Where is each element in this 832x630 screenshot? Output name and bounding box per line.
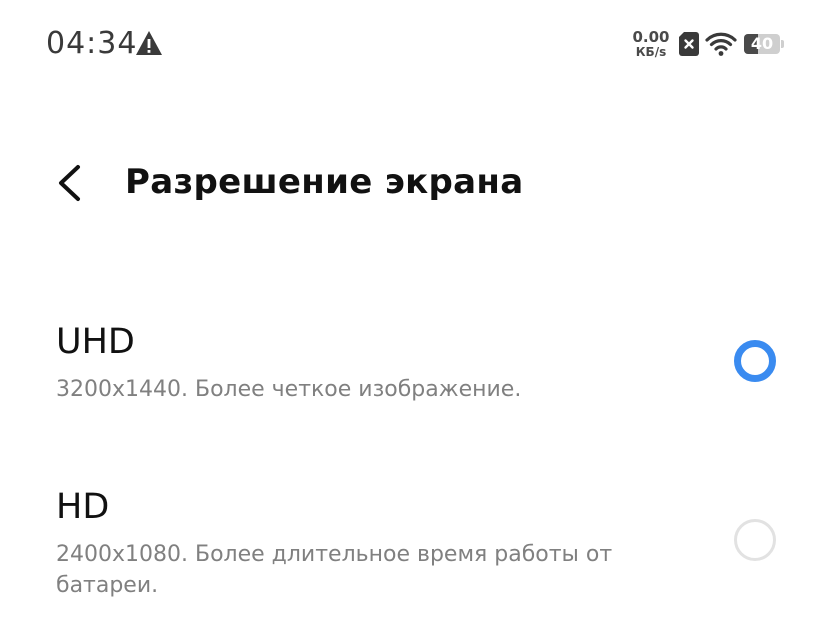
sim-icon: [679, 32, 699, 56]
radio-uhd[interactable]: [734, 340, 776, 382]
status-time: 04:34: [46, 26, 138, 61]
battery-body: 40: [744, 34, 780, 54]
network-speed: 0.00 КБ/s: [628, 28, 674, 59]
battery-icon: 40: [744, 34, 784, 54]
radio-hd[interactable]: [734, 519, 776, 561]
option-title: HD: [56, 487, 110, 527]
option-uhd[interactable]: UHD 3200x1440. Более четкое изображение.: [0, 310, 832, 425]
status-bar: 04:34 0.00 КБ/s 40: [0, 0, 832, 90]
network-speed-unit: КБ/s: [635, 45, 667, 59]
back-button[interactable]: [46, 155, 96, 211]
chevron-left-icon: [59, 165, 80, 201]
page-title: Разрешение экрана: [125, 162, 524, 202]
wifi-icon: [705, 32, 737, 56]
option-description: 3200x1440. Более четкое изображение.: [56, 377, 522, 402]
network-speed-value: 0.00: [632, 28, 670, 46]
option-hd[interactable]: HD 2400x1080. Более длительное время раб…: [0, 475, 832, 615]
option-description: 2400x1080. Более длительное время работы…: [56, 542, 613, 598]
warning-icon: [136, 31, 162, 55]
battery-level: 40: [750, 34, 774, 53]
battery-cap: [781, 40, 784, 48]
option-title: UHD: [56, 322, 135, 362]
